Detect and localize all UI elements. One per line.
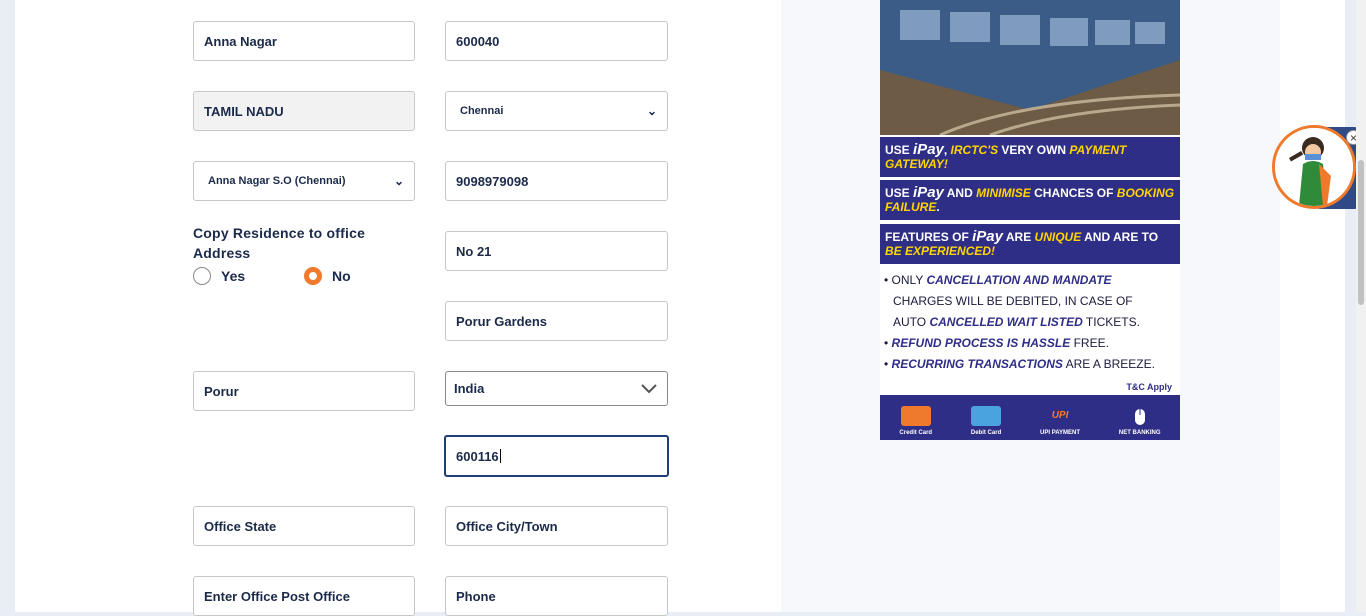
locality-input[interactable]: Anna Nagar — [193, 21, 415, 61]
upi-logo-icon: UPI — [1051, 410, 1069, 421]
credit-card-icon — [900, 406, 931, 426]
office-flat-input[interactable]: No 21 — [445, 231, 668, 271]
radio-no-circle[interactable] — [304, 267, 322, 285]
office-phone-input[interactable]: Phone — [445, 576, 668, 616]
office-area-input[interactable]: Porur — [193, 371, 415, 411]
state-input: TAMIL NADU — [193, 91, 415, 131]
upi-option: UPI UPI PAYMENT — [1040, 406, 1080, 440]
train-photo — [880, 0, 1180, 137]
chevron-down-icon: ⌄ — [646, 104, 657, 118]
mouse-icon — [1125, 406, 1155, 426]
train-image — [880, 0, 1180, 137]
ad-feature-list: • ONLY CANCELLATION AND MANDATE CHARGES … — [884, 273, 1155, 371]
payment-methods-bar: Credit Card Debit Card UPI UPI PAYMENT N… — [880, 395, 1180, 440]
copy-address-label: Copy Residence to office Address — [193, 225, 366, 261]
city-select[interactable]: Chennai ⌄ — [445, 91, 668, 131]
radio-no[interactable]: No — [304, 267, 351, 285]
tc-apply-link[interactable]: T&C Apply — [1126, 382, 1172, 392]
credit-card-option: Credit Card — [899, 406, 932, 440]
pincode-input[interactable]: 600040 — [445, 21, 668, 61]
debit-card-option: Debit Card — [971, 406, 1001, 440]
registration-form — [80, 0, 780, 612]
text-cursor — [499, 449, 501, 463]
office-street-input[interactable]: Porur Gardens — [445, 301, 668, 341]
ad-line-2: USE iPay AND MINIMISE CHANCES OF BOOKING… — [880, 180, 1180, 220]
ad-line-3: FEATURES OF iPay ARE UNIQUE AND ARE TO B… — [880, 224, 1180, 264]
office-post-office-input[interactable]: Enter Office Post Office — [193, 576, 415, 616]
chevron-down-icon: ⌄ — [393, 174, 404, 188]
ipay-advertisement[interactable]: USE iPay, IRCTC'S VERY OWN PAYMENT GATEW… — [880, 0, 1180, 440]
office-state-input[interactable]: Office State — [193, 506, 415, 546]
office-city-input[interactable]: Office City/Town — [445, 506, 668, 546]
chatbot-widget[interactable]: × — [1272, 125, 1361, 215]
phone-input[interactable]: 9098979098 — [445, 161, 668, 201]
chatbot-avatar-icon[interactable] — [1272, 125, 1356, 209]
chevron-down-icon — [641, 383, 657, 393]
page-scrollbar[interactable] — [1356, 0, 1366, 612]
debit-card-icon — [971, 406, 1002, 426]
net-banking-option: NET BANKING — [1119, 406, 1161, 440]
radio-yes-circle[interactable] — [193, 267, 211, 285]
post-office-select[interactable]: Anna Nagar S.O (Chennai) ⌄ — [193, 161, 415, 201]
office-pincode-input[interactable]: 600116 — [444, 435, 669, 477]
ad-line-1: USE iPay, IRCTC'S VERY OWN PAYMENT GATEW… — [880, 137, 1180, 177]
scrollbar-thumb[interactable] — [1358, 160, 1364, 305]
office-country-select[interactable]: India — [445, 371, 668, 406]
radio-yes[interactable]: Yes — [193, 267, 245, 285]
